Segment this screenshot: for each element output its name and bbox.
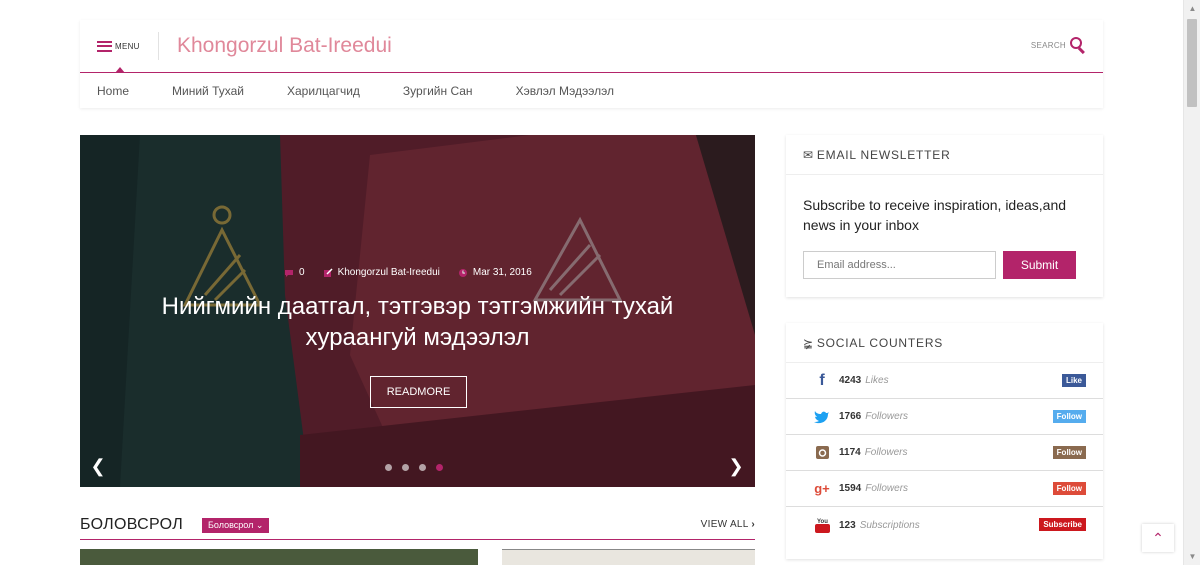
subscribe-button[interactable]: Subscribe (1039, 518, 1086, 531)
social-count: 1174 (839, 447, 861, 458)
readmore-button[interactable]: READMORE (370, 376, 467, 408)
instagram-icon (816, 445, 829, 459)
back-to-top-button[interactable]: ⌃ (1142, 524, 1174, 552)
like-button[interactable]: Like (1061, 374, 1086, 387)
post-thumbnail[interactable] (502, 549, 755, 565)
social-row-google-plus[interactable]: g+ 1594 Followers Follow (786, 471, 1103, 507)
post-thumbnail[interactable] (80, 549, 478, 565)
share-icon: ⪶ (803, 335, 814, 350)
follow-button[interactable]: Follow (1052, 410, 1086, 423)
social-unit: Followers (865, 483, 909, 494)
social-unit: Followers (864, 447, 908, 458)
search-label: SEARCH (1030, 40, 1066, 50)
social-counters-widget: ⪶ SOCIAL COUNTERS f 4243 Likes Like 1766… (786, 323, 1103, 559)
view-all-label: VIEW ALL (700, 519, 749, 530)
newsletter-heading: ✉ EMAIL NEWSLETTER (786, 135, 1103, 175)
social-heading-label: SOCIAL COUNTERS (816, 335, 944, 350)
chevron-down-icon: ⌄ (255, 520, 264, 530)
search-icon (1070, 37, 1086, 54)
hero-title[interactable]: Нийгмийн даатгал, тэтгэвэр тэтгэмжийн ту… (110, 291, 725, 353)
nav-item-gallery[interactable]: Зургийн Сан (403, 84, 473, 98)
newsletter-heading-label: EMAIL NEWSLETTER (816, 147, 951, 162)
slider-dot[interactable] (402, 464, 409, 471)
section-title: БОЛОВСРОЛ (80, 516, 184, 533)
scroll-down-icon[interactable]: ▼ (1184, 548, 1200, 565)
follow-button[interactable]: Follow (1052, 482, 1086, 495)
nav-item-clients[interactable]: Харилцагчид (287, 84, 360, 98)
social-count: 4243 (839, 375, 862, 386)
chevron-up-icon: ⌃ (1152, 530, 1164, 546)
social-row-instagram[interactable]: 1174 Followers Follow (786, 435, 1103, 471)
chevron-left-icon[interactable]: ❮ (90, 456, 106, 477)
main-nav: Home Миний Тухай Харилцагчид Зургийн Сан… (80, 73, 640, 108)
edit-icon (323, 267, 333, 277)
social-row-youtube[interactable]: You 123 Subscriptions Subscribe (786, 507, 1103, 543)
clock-icon (458, 268, 467, 277)
hamburger-icon (97, 40, 112, 52)
newsletter-text: Subscribe to receive inspiration, ideas,… (803, 197, 1067, 233)
view-all-link[interactable]: VIEW ALL › (701, 519, 755, 530)
category-tag-label: Боловсрол (208, 520, 254, 530)
header-topbar: MENU Khongorzul Bat-Ireedui SEARCH (80, 20, 1103, 73)
social-count: 1594 (839, 483, 862, 494)
newsletter-widget: ✉ EMAIL NEWSLETTER Subscribe to receive … (786, 135, 1103, 297)
hero-slider: 0 Khongorzul Bat-Ireedui Mar 31, 2016 Ни… (80, 135, 755, 487)
nav-item-home[interactable]: Home (97, 84, 129, 98)
chevron-right-small-icon: › (751, 519, 755, 530)
facebook-icon: f (819, 371, 825, 389)
twitter-icon (814, 410, 829, 423)
social-count: 123 (839, 519, 856, 531)
social-unit: Likes (865, 375, 889, 386)
menu-label: MENU (115, 41, 140, 51)
envelope-icon: ✉ (803, 147, 814, 162)
follow-button[interactable]: Follow (1052, 446, 1086, 459)
social-heading: ⪶ SOCIAL COUNTERS (786, 323, 1103, 363)
social-unit: Followers (865, 411, 909, 422)
date-value: Mar 31, 2016 (472, 267, 532, 278)
hero-meta: 0 Khongorzul Bat-Ireedui Mar 31, 2016 (284, 267, 550, 278)
page-scrollbar[interactable]: ▲ ▼ (1183, 0, 1200, 565)
scroll-up-icon[interactable]: ▲ (1184, 0, 1200, 17)
nav-item-about[interactable]: Миний Тухай (172, 84, 244, 98)
author-name: Khongorzul Bat-Ireedui (337, 267, 440, 278)
social-count: 1766 (839, 411, 862, 422)
category-dropdown[interactable]: Боловсрол ⌄ (202, 518, 270, 533)
social-unit: Subscriptions (859, 519, 920, 531)
comment-icon (285, 269, 293, 277)
slider-dot[interactable] (385, 464, 392, 471)
chevron-right-icon[interactable]: ❯ (728, 456, 744, 477)
category-section-header: БОЛОВСРОЛ Боловсрол ⌄ VIEW ALL › (80, 514, 755, 540)
site-header: MENU Khongorzul Bat-Ireedui SEARCH Home … (80, 20, 1103, 108)
nav-item-press[interactable]: Хэвлэл Мэдээлэл (516, 84, 614, 98)
svg-text:You: You (817, 519, 828, 525)
social-row-facebook[interactable]: f 4243 Likes Like (786, 363, 1103, 399)
menu-button[interactable]: MENU (97, 38, 140, 54)
slider-dot-active[interactable] (436, 464, 443, 471)
comment-count-value: 0 (299, 267, 305, 278)
social-row-twitter[interactable]: 1766 Followers Follow (786, 399, 1103, 435)
post-author[interactable]: Khongorzul Bat-Ireedui (323, 267, 440, 278)
youtube-icon: You (815, 519, 830, 533)
submit-button[interactable]: Submit (1003, 251, 1076, 279)
google-plus-icon: g+ (814, 481, 830, 496)
comment-count[interactable]: 0 (284, 267, 305, 278)
slider-dots (385, 464, 453, 471)
scroll-thumb[interactable] (1187, 19, 1197, 107)
search-button[interactable]: SEARCH (1030, 37, 1086, 54)
divider (158, 32, 159, 60)
slider-dot[interactable] (419, 464, 426, 471)
email-field[interactable] (803, 251, 996, 279)
site-title[interactable]: Khongorzul Bat-Ireedui (177, 34, 392, 58)
post-date: Mar 31, 2016 (458, 267, 532, 278)
